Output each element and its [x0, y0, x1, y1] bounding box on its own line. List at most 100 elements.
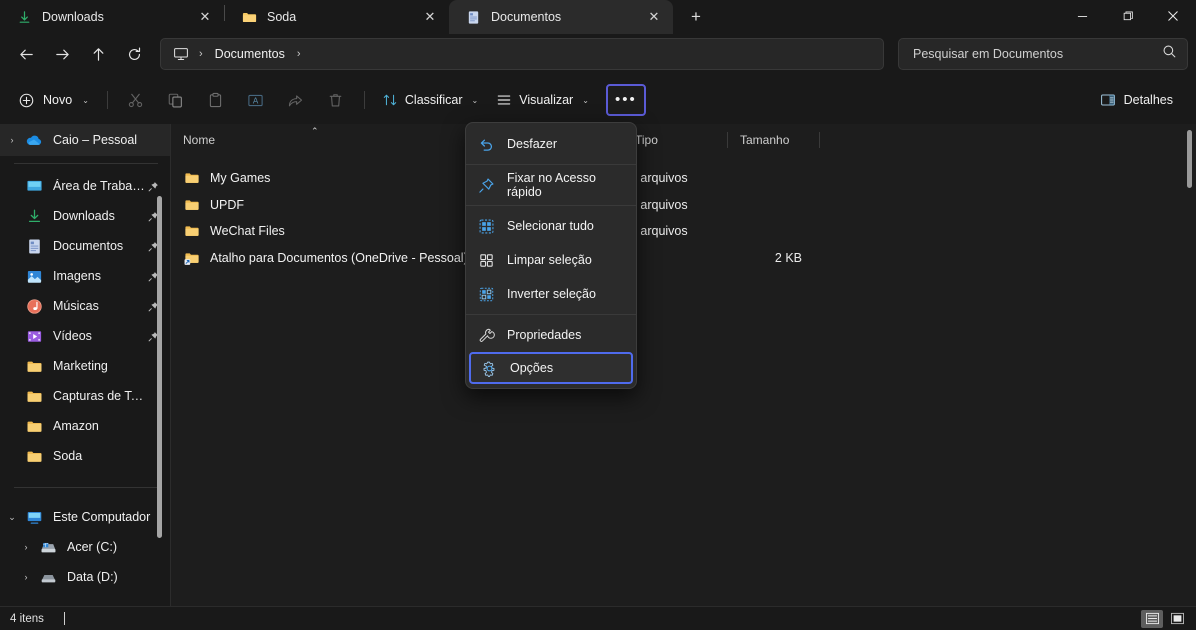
search-input[interactable] [913, 47, 1162, 61]
new-button[interactable]: Novo ⌄ [10, 84, 99, 116]
tab-close-icon[interactable]: ✕ [417, 4, 443, 30]
refresh-button[interactable] [116, 38, 152, 70]
search-icon[interactable] [1162, 44, 1177, 64]
breadcrumb-separator[interactable]: › [195, 48, 207, 60]
table-row[interactable]: UPDF de arquivos [171, 192, 1196, 219]
menu-item-limpar-selecao[interactable]: Limpar seleção [466, 243, 636, 277]
chevron-down-icon[interactable]: ⌄ [0, 512, 24, 523]
paste-button[interactable] [196, 84, 236, 116]
file-name: WeChat Files [210, 224, 285, 238]
cut-button[interactable] [116, 84, 156, 116]
sidebar-item-label: Este Computador [53, 510, 160, 524]
sidebar-item-videos[interactable]: Vídeos [0, 321, 170, 351]
menu-item-opcoes[interactable]: Opções [469, 352, 633, 384]
sidebar-item-label: Documentos [53, 239, 146, 253]
forward-button[interactable] [44, 38, 80, 70]
chevron-right-icon[interactable]: › [14, 572, 38, 582]
column-header-tipo[interactable]: Tipo [623, 124, 728, 156]
menu-item-selecionar-tudo[interactable]: Selecionar tudo [466, 209, 636, 243]
chevron-right-icon[interactable]: › [0, 135, 24, 145]
menu-item-label: Fixar no Acesso rápido [507, 171, 624, 199]
drive-icon [38, 567, 58, 587]
large-icons-view-button[interactable] [1166, 610, 1188, 628]
rename-button[interactable]: A [236, 84, 276, 116]
view-button-label: Visualizar [519, 93, 573, 107]
view-button[interactable]: Visualizar ⌄ [487, 84, 598, 116]
new-tab-button[interactable]: + [679, 2, 713, 32]
sidebar-item-este-computador[interactable]: ⌄ Este Computador [0, 502, 170, 532]
pin-icon [476, 175, 496, 195]
sidebar-item-acer-c[interactable]: › Acer (C:) [0, 532, 170, 562]
more-options-button[interactable]: ••• [606, 84, 646, 116]
maximize-button[interactable] [1105, 0, 1150, 32]
file-rows: My Games de arquivos UPDF de arquivos [171, 156, 1196, 271]
back-button[interactable] [8, 38, 44, 70]
breadcrumb[interactable]: › Documentos › [160, 38, 884, 70]
monitor-icon[interactable] [169, 42, 193, 66]
pictures-icon [24, 266, 44, 286]
tab-close-icon[interactable]: ✕ [192, 4, 218, 30]
chevron-down-icon[interactable]: ⌄ [472, 96, 479, 105]
sidebar-item-downloads[interactable]: Downloads [0, 201, 170, 231]
search-box[interactable] [898, 38, 1188, 70]
tab-documentos[interactable]: Documentos ✕ [449, 0, 673, 34]
file-list-scrollbar[interactable] [1187, 130, 1192, 188]
sidebar-item-imagens[interactable]: Imagens [0, 261, 170, 291]
sidebar-item-documentos[interactable]: Documentos [0, 231, 170, 261]
table-row[interactable]: My Games de arquivos [171, 165, 1196, 192]
chevron-right-icon[interactable]: › [14, 542, 38, 552]
share-button[interactable] [276, 84, 316, 116]
menu-item-label: Desfazer [507, 137, 557, 151]
folder-icon [241, 9, 257, 25]
sidebar-item-capturas-de-tela[interactable]: Capturas de Tela [0, 381, 170, 411]
menu-divider [466, 164, 636, 165]
sidebar-scrollbar[interactable] [157, 196, 162, 538]
file-type-cell: de arquivos [623, 224, 728, 238]
file-size-cell: 2 KB [728, 251, 820, 265]
sidebar-item-marketing[interactable]: Marketing [0, 351, 170, 381]
copy-button[interactable] [156, 84, 196, 116]
tab-label: Downloads [42, 10, 192, 24]
file-type-cell: de arquivos [623, 171, 728, 185]
menu-item-propriedades[interactable]: Propriedades [466, 318, 636, 352]
tab-downloads[interactable]: Downloads ✕ [0, 0, 224, 34]
up-button[interactable] [80, 38, 116, 70]
menu-item-inverter-selecao[interactable]: Inverter seleção [466, 277, 636, 311]
delete-button[interactable] [316, 84, 356, 116]
chevron-down-icon[interactable]: ⌄ [82, 96, 89, 105]
sidebar-item-onedrive[interactable]: › Caio – Pessoal [0, 124, 170, 156]
sidebar-item-label: Vídeos [53, 329, 146, 343]
breadcrumb-separator[interactable]: › [293, 48, 305, 60]
details-view-button[interactable] [1141, 610, 1163, 628]
tab-close-icon[interactable]: ✕ [641, 4, 667, 30]
details-pane-button[interactable]: Detalhes [1091, 84, 1182, 116]
close-button[interactable] [1150, 0, 1196, 32]
file-type-cell: o [623, 251, 728, 265]
navigation-pane: › Caio – Pessoal Área de Trabalho [0, 124, 170, 606]
file-name: My Games [210, 171, 270, 185]
sidebar-item-soda[interactable]: Soda [0, 441, 170, 471]
menu-divider [466, 314, 636, 315]
breadcrumb-current[interactable]: Documentos [209, 47, 291, 61]
menu-item-desfazer[interactable]: Desfazer [466, 127, 636, 161]
sidebar-divider [14, 163, 158, 164]
sort-button[interactable]: Classificar ⌄ [373, 84, 487, 116]
sidebar-item-amazon[interactable]: Amazon [0, 411, 170, 441]
menu-item-label: Opções [510, 361, 553, 375]
sidebar-item-data-d[interactable]: › Data (D:) [0, 562, 170, 592]
table-row[interactable]: Atalho para Documentos (OneDrive - Pesso… [171, 245, 1196, 272]
menu-item-fixar-no-acesso-rapido[interactable]: Fixar no Acesso rápido [466, 168, 636, 202]
folder-icon [24, 446, 44, 466]
folder-icon [24, 386, 44, 406]
table-row[interactable]: WeChat Files de arquivos [171, 218, 1196, 245]
column-header-tamanho[interactable]: Tamanho [728, 124, 820, 156]
minimize-button[interactable] [1060, 0, 1105, 32]
invert-selection-icon [476, 284, 496, 304]
column-label: Tipo [635, 133, 658, 147]
sidebar-item-area-de-trabalho[interactable]: Área de Trabalho [0, 171, 170, 201]
sidebar-item-musicas[interactable]: Músicas [0, 291, 170, 321]
tab-soda[interactable]: Soda ✕ [225, 0, 449, 34]
chevron-down-icon[interactable]: ⌄ [582, 96, 589, 105]
sidebar-item-label: Músicas [53, 299, 146, 313]
sidebar-item-label: Acer (C:) [67, 540, 160, 554]
